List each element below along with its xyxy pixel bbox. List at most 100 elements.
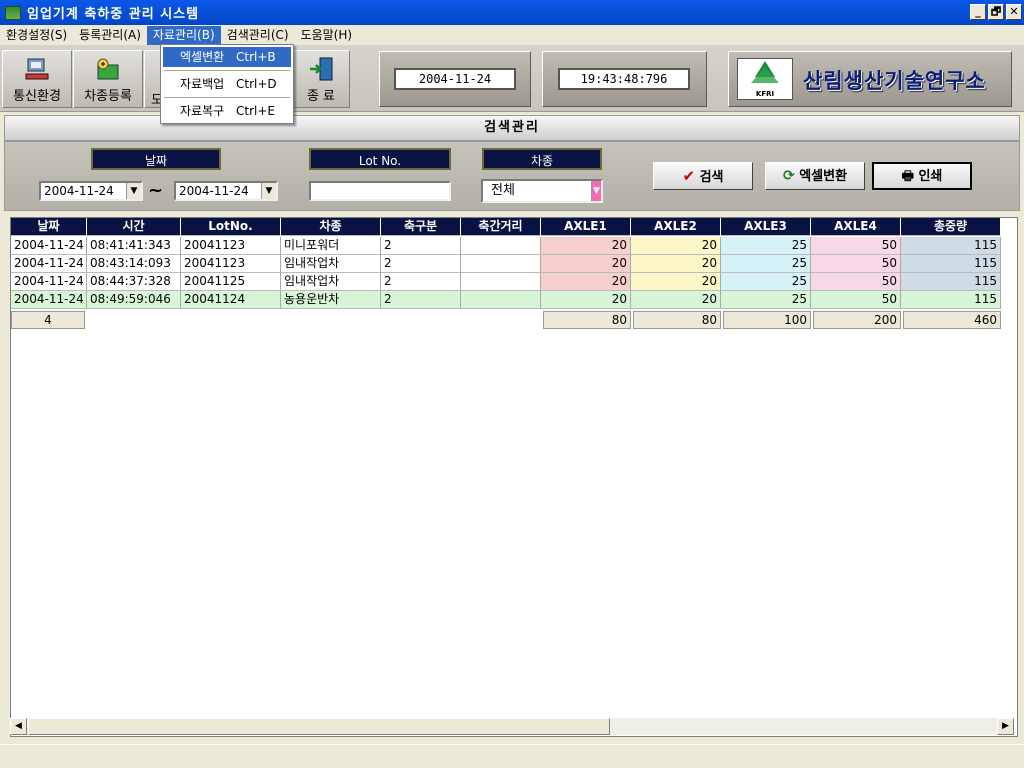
date-label: 날짜 — [91, 148, 221, 170]
column-header-total-weight: 총중량 — [901, 218, 1001, 236]
restore-button[interactable]: 🗗 — [988, 4, 1004, 20]
vehicle-type-select[interactable]: 전체 ▼ — [481, 179, 603, 203]
cell-axle-type: 2 — [381, 237, 461, 255]
section-title: 검색관리 — [4, 115, 1020, 141]
logo-panel: KFRI 산림생산기술연구소 — [728, 51, 1012, 107]
menu-settings[interactable]: 환경설정(S) — [0, 26, 73, 45]
menu-item-label: 자료백업 — [180, 77, 225, 91]
cell-date: 2004-11-24 — [11, 255, 87, 273]
date-from-value: 2004-11-24 — [44, 184, 114, 198]
current-date: 2004-11-24 — [394, 68, 516, 90]
refresh-icon: ⟳ — [782, 168, 795, 184]
time-panel: 19:43:48:796 — [542, 51, 707, 107]
cell-axle4: 50 — [811, 291, 901, 309]
column-header-axle4: AXLE4 — [811, 218, 901, 236]
print-button[interactable]: 🖶 인쇄 — [872, 162, 972, 190]
cell-axle2: 20 — [631, 237, 721, 255]
data-menu-dropdown: 엑셀변환 Ctrl+B 자료백업 Ctrl+D 자료복구 Ctrl+E — [160, 44, 294, 124]
comm-settings-button[interactable]: 통신환경 — [2, 50, 72, 108]
cell-lot: 20041123 — [181, 237, 281, 255]
date-range-tilde: ~ — [148, 180, 164, 201]
column-header-lot: LotNo. — [181, 218, 281, 236]
menu-bar: 환경설정(S) 등록관리(A) 자료관리(B) 검색관리(C) 도움말(H) — [0, 25, 1024, 45]
menu-data[interactable]: 자료관리(B) — [146, 25, 221, 45]
menu-item-backup[interactable]: 자료백업 Ctrl+D — [163, 74, 291, 94]
excel-button-label: 엑셀변환 — [799, 169, 848, 184]
scroll-left-arrow-icon[interactable]: ◀ — [10, 718, 27, 735]
menu-separator — [164, 70, 290, 71]
menu-item-restore[interactable]: 자료복구 Ctrl+E — [163, 101, 291, 121]
summary-axle1: 80 — [543, 311, 631, 329]
cell-axle4: 50 — [811, 255, 901, 273]
network-icon — [25, 58, 49, 80]
menu-item-shortcut: Ctrl+E — [236, 104, 275, 118]
cell-vehicle-type: 농용운반차 — [281, 291, 381, 309]
institute-name: 산림생산기술연구소 — [803, 69, 986, 93]
cell-time: 08:44:37:328 — [87, 273, 181, 291]
summary-axle2: 80 — [633, 311, 721, 329]
column-header-axle2: AXLE2 — [631, 218, 721, 236]
date-to-select[interactable]: 2004-11-24 ▼ — [174, 181, 278, 201]
cell-axle3: 25 — [721, 237, 811, 255]
chevron-down-icon[interactable]: ▼ — [261, 183, 276, 199]
cell-time: 08:49:59:046 — [87, 291, 181, 309]
current-time: 19:43:48:796 — [558, 68, 690, 90]
chevron-down-icon[interactable]: ▼ — [126, 183, 141, 199]
menu-search[interactable]: 검색관리(C) — [221, 26, 295, 45]
cell-time: 08:43:14:093 — [87, 255, 181, 273]
app-icon — [5, 5, 21, 20]
search-button[interactable]: ✔ 검색 — [653, 162, 753, 190]
cell-date: 2004-11-24 — [11, 273, 87, 291]
date-to-value: 2004-11-24 — [179, 184, 249, 198]
vehicle-register-label: 차종등록 — [84, 89, 132, 104]
column-header-axle-type: 축구분 — [381, 218, 461, 236]
chevron-down-icon[interactable]: ▼ — [591, 181, 601, 201]
horizontal-scrollbar[interactable]: ◀ ▶ — [10, 718, 1014, 735]
exit-button[interactable]: 종 료 — [292, 50, 350, 108]
cell-total-weight: 115 — [901, 255, 1001, 273]
vehicle-register-button[interactable]: 차종등록 — [73, 50, 143, 108]
cell-vehicle-type: 임내작업차 — [281, 273, 381, 291]
status-bar — [0, 744, 1024, 768]
kfri-badge: KFRI — [755, 90, 775, 98]
filter-panel: 날짜 Lot No. 차종 2004-11-24 ▼ ~ 2004-11-24 … — [4, 141, 1020, 211]
cell-axle-distance — [461, 237, 541, 255]
cell-axle1: 20 — [541, 255, 631, 273]
menu-registration[interactable]: 등록관리(A) — [73, 26, 147, 45]
date-from-select[interactable]: 2004-11-24 ▼ — [39, 181, 143, 201]
cell-time: 08:41:41:343 — [87, 237, 181, 255]
cell-date: 2004-11-24 — [11, 291, 87, 309]
excel-export-button[interactable]: ⟳ 엑셀변환 — [765, 162, 865, 190]
menu-item-shortcut: Ctrl+B — [236, 50, 276, 64]
column-header-axle3: AXLE3 — [721, 218, 811, 236]
menu-item-excel-export[interactable]: 엑셀변환 Ctrl+B — [163, 47, 291, 67]
column-header-date: 날짜 — [11, 218, 87, 236]
cell-axle3: 25 — [721, 273, 811, 291]
cell-axle-type: 2 — [381, 255, 461, 273]
close-button[interactable]: ✕ — [1006, 4, 1022, 20]
column-header-axle1: AXLE1 — [541, 218, 631, 236]
cell-axle1: 20 — [541, 273, 631, 291]
menu-item-label: 엑셀변환 — [180, 50, 225, 64]
menu-item-label: 자료복구 — [180, 104, 225, 118]
cell-total-weight: 115 — [901, 237, 1001, 255]
cell-axle3: 25 — [721, 255, 811, 273]
summary-axle3: 100 — [723, 311, 811, 329]
cell-total-weight: 115 — [901, 273, 1001, 291]
summary-axle4: 200 — [813, 311, 901, 329]
exit-label: 종 료 — [306, 89, 336, 104]
menu-help[interactable]: 도움말(H) — [295, 26, 359, 45]
cell-axle4: 50 — [811, 237, 901, 255]
scroll-thumb[interactable] — [28, 718, 610, 735]
checkmark-icon: ✔ — [682, 167, 696, 185]
scroll-right-arrow-icon[interactable]: ▶ — [997, 718, 1014, 735]
lot-label: Lot No. — [309, 148, 451, 170]
menu-separator — [164, 97, 290, 98]
cell-axle2: 20 — [631, 291, 721, 309]
results-grid[interactable]: 날짜 시간 LotNo. 차종 축구분 축간거리 AXLE1 AXLE2 AXLE3 AXLE4 총… — [10, 217, 1018, 737]
kfri-logo: KFRI — [737, 58, 793, 100]
vehicle-type-value: 전체 — [491, 183, 515, 198]
lot-number-input[interactable] — [309, 181, 451, 201]
minimize-button[interactable]: _ — [970, 4, 986, 20]
cell-axle-type: 2 — [381, 291, 461, 309]
